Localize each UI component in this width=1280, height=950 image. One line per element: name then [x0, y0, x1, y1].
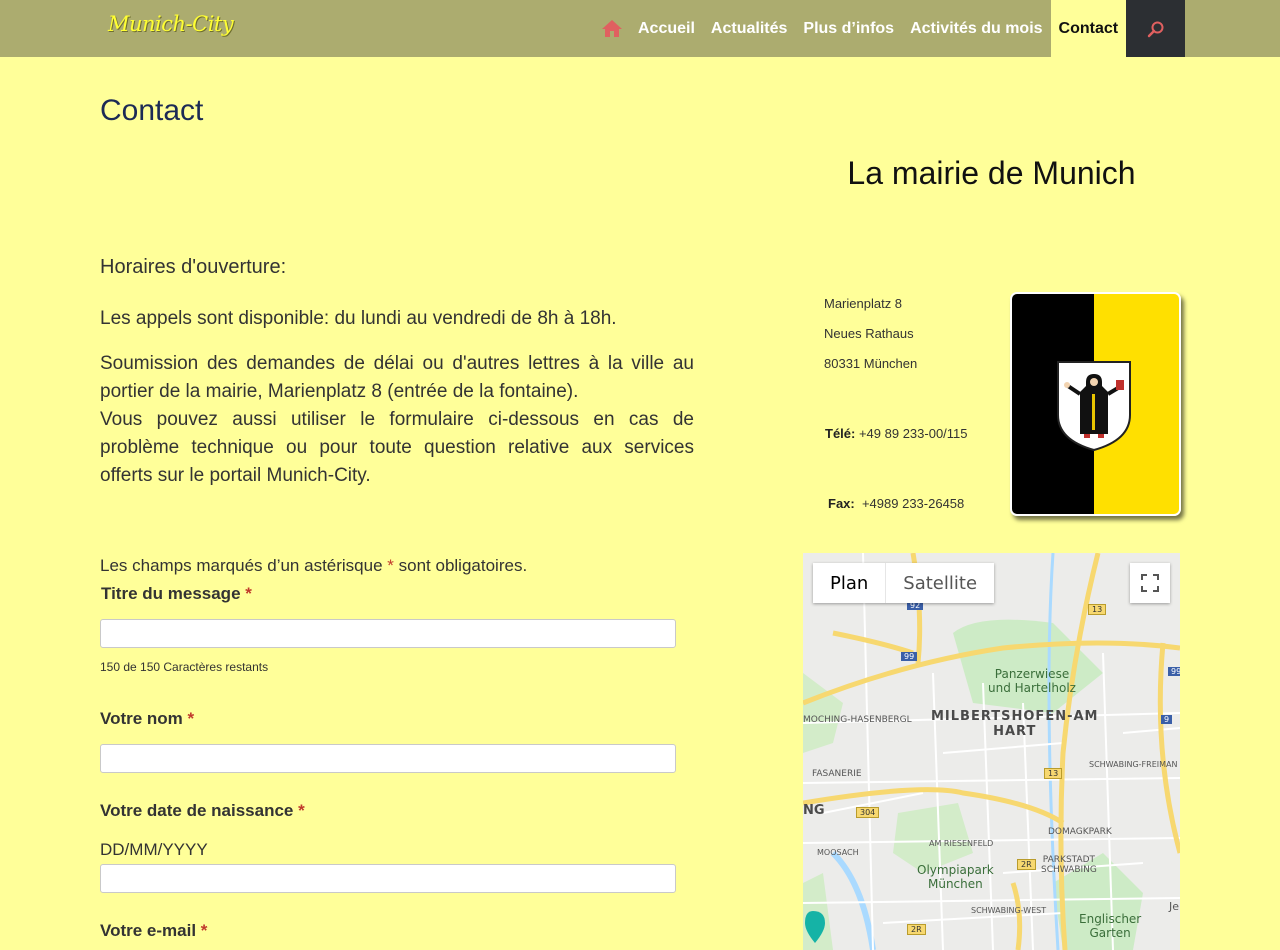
road-shield: 304	[856, 807, 880, 818]
fax-label: Fax:	[828, 496, 855, 511]
google-map[interactable]: Panzerwiese und Hartelholz MILBERTSHOFEN…	[803, 553, 1180, 950]
top-navigation-bar: Munich-City Accueil Actualités Plus d’in…	[0, 0, 1280, 57]
nav-actualites[interactable]: Actualités	[703, 0, 795, 57]
page-title: Contact	[100, 94, 204, 127]
map-label-text: Olympiapark	[917, 863, 994, 877]
map-label-text: Garten	[1089, 926, 1131, 940]
fax-info: Fax: +4989 233-26458	[828, 496, 964, 511]
calls-text: Les appels sont disponible: du lundi au …	[100, 308, 617, 329]
map-label-text: PARKSTADT	[1042, 855, 1096, 865]
road-shield: 13	[1088, 604, 1107, 615]
map-label-fasanerie: FASANERIE	[812, 769, 862, 779]
nav-activites[interactable]: Activités du mois	[902, 0, 1050, 57]
munich-coat-of-arms	[1010, 292, 1181, 516]
munich-monk-icon	[1057, 361, 1131, 452]
required-note: Les champs marqués d’un astérisque * son…	[100, 556, 527, 576]
road-shield: 2R	[1017, 859, 1036, 870]
phone-value: +49 89 233-00/115	[858, 426, 968, 441]
submission-text: Soumission des demandes de délai ou d'au…	[100, 353, 694, 402]
required-star: *	[200, 921, 208, 940]
map-label-ng: NG	[803, 803, 825, 818]
required-note-before: Les champs marqués d’un astérisque	[100, 556, 383, 575]
map-plan-button[interactable]: Plan	[813, 563, 886, 603]
name-input[interactable]	[100, 744, 676, 773]
map-label-text: MILBERTSHOFEN-AM	[931, 709, 1099, 724]
form-hint-text: Vous pouvez aussi utiliser le formulaire…	[100, 409, 694, 486]
required-star: *	[245, 584, 252, 603]
search-button[interactable]	[1126, 0, 1186, 57]
birthdate-input[interactable]	[100, 864, 676, 893]
email-field-label: Votre e-mail *	[100, 921, 207, 941]
phone-info: Télé: +49 89 233-00/115	[825, 426, 968, 441]
birthdate-field-label: Votre date de naissance *	[100, 801, 305, 821]
main-nav: Accueil Actualités Plus d’infos Activité…	[594, 0, 1186, 57]
address-line: 80331 München	[824, 356, 918, 371]
birthdate-label-text: Votre date de naissance	[100, 801, 294, 820]
map-label-parkstadt: PARKSTADT SCHWABING	[1041, 855, 1097, 875]
nav-contact[interactable]: Contact	[1050, 0, 1127, 57]
required-note-star: *	[387, 556, 394, 575]
sidebar-title: La mairie de Munich	[847, 155, 1136, 191]
address-line: Marienplatz 8	[824, 296, 903, 311]
map-label-moosach: MOOSACH	[817, 848, 859, 857]
map-label-englischer-garten: Englischer Garten	[1079, 912, 1141, 940]
fax-value: +4989 233-26458	[861, 496, 965, 511]
required-star: *	[187, 709, 195, 728]
title-label-text: Titre du message	[101, 584, 241, 603]
map-label-je: Je	[1169, 900, 1180, 913]
map-label-schwabing-freiman: SCHWABING-FREIMAN	[1089, 760, 1178, 769]
map-type-control: Plan Satellite	[813, 563, 995, 603]
map-label-text: SCHWABING	[1041, 865, 1097, 875]
char-counter: 150 de 150 Caractères restants	[100, 660, 269, 674]
email-label-text: Votre e-mail	[100, 921, 197, 940]
road-shield: 2R	[907, 924, 926, 935]
map-label-text: Englischer	[1079, 912, 1142, 926]
message-title-input[interactable]	[100, 619, 676, 648]
road-shield: 9	[1161, 715, 1173, 724]
title-field-label: Titre du message *	[101, 584, 252, 604]
name-field-label: Votre nom *	[100, 709, 194, 729]
map-fullscreen-button[interactable]	[1130, 563, 1170, 603]
name-label-text: Votre nom	[100, 709, 183, 728]
date-format-hint: DD/MM/YYYY	[100, 840, 208, 859]
map-satellite-button[interactable]: Satellite	[885, 563, 995, 603]
address-line: Neues Rathaus	[824, 326, 914, 341]
required-star: *	[298, 801, 305, 820]
map-label-text: Panzerwiese	[994, 667, 1070, 681]
road-shield: 99	[1168, 667, 1180, 676]
fullscreen-icon	[1141, 574, 1159, 592]
intro-text: Soumission des demandes de délai ou d'au…	[100, 350, 694, 490]
search-icon	[1147, 21, 1164, 37]
nav-plus-infos[interactable]: Plus d’infos	[795, 0, 902, 57]
phone-label: Télé:	[825, 426, 856, 441]
road-shield: 13	[1044, 768, 1063, 779]
hours-heading: Horaires d'ouverture:	[100, 256, 287, 278]
home-icon	[602, 20, 622, 37]
map-label-milbertshofen: MILBERTSHOFEN-AM HART	[931, 709, 1098, 739]
map-label-schwabing-west: SCHWABING-WEST	[971, 906, 1047, 915]
required-note-after: sont obligatoires.	[398, 556, 528, 575]
map-label-domagkpark: DOMAGKPARK	[1048, 827, 1112, 837]
map-label-panzerwiese: Panzerwiese und Hartelholz	[988, 667, 1076, 695]
nav-accueil[interactable]: Accueil	[630, 0, 703, 57]
map-label-olympiapark: Olympiapark München	[917, 863, 994, 891]
road-shield: 99	[901, 652, 918, 661]
map-label-am-riesenfeld: AM RIESENFELD	[929, 839, 994, 848]
site-logo[interactable]: Munich-City	[108, 12, 234, 36]
map-label-moching: MOCHING-HASENBERGL	[803, 715, 912, 725]
nav-home[interactable]	[594, 0, 630, 57]
map-label-text: und Hartelholz	[988, 681, 1076, 695]
map-label-text: HART	[993, 724, 1037, 739]
map-label-text: München	[927, 877, 983, 891]
